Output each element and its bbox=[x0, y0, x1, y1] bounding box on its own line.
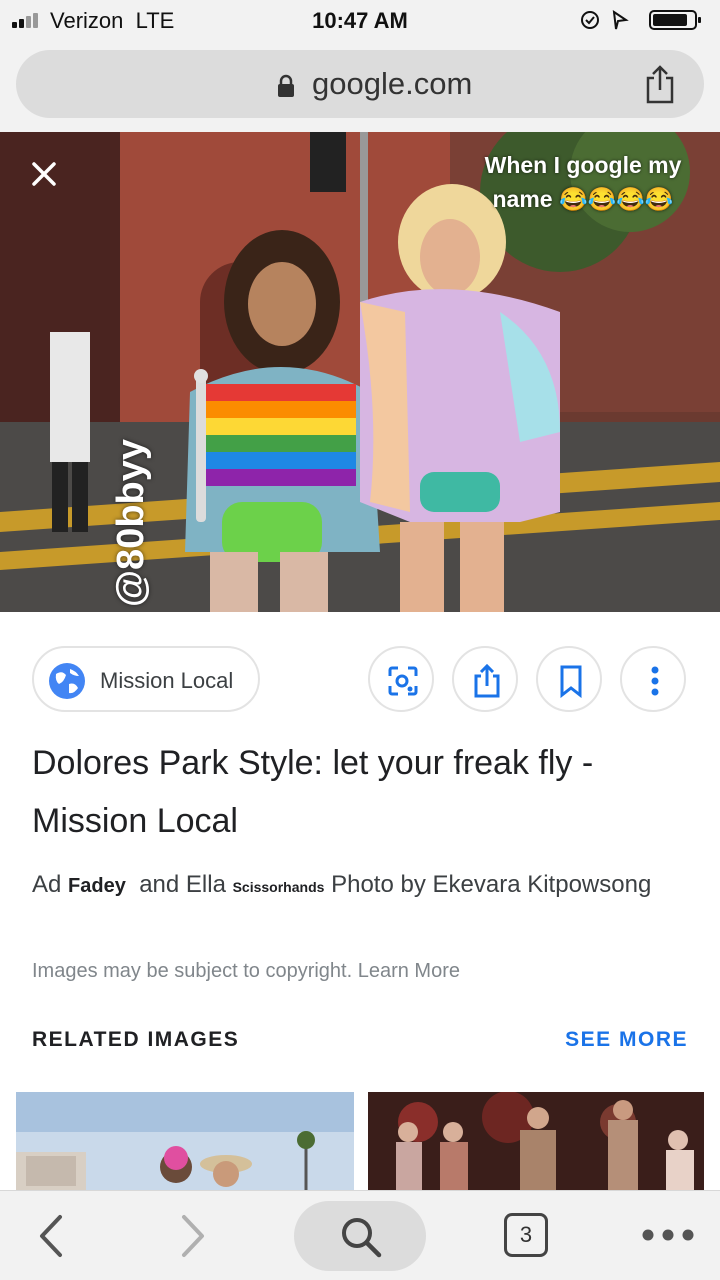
result-image[interactable]: When I google my name 😂😂😂😂 @80bbyy bbox=[0, 132, 720, 612]
lock-icon bbox=[278, 74, 294, 97]
address-bar[interactable]: google.com bbox=[16, 50, 704, 118]
share-icon bbox=[474, 664, 500, 698]
related-image-thumbnail[interactable] bbox=[368, 1092, 704, 1192]
see-more-link[interactable]: SEE MORE bbox=[565, 1028, 688, 1052]
source-label: Mission Local bbox=[100, 668, 234, 693]
lens-icon bbox=[388, 666, 418, 696]
search-button[interactable] bbox=[294, 1201, 426, 1271]
thumb-scene-2 bbox=[368, 1092, 704, 1192]
story-caption: When I google my name 😂😂😂😂 bbox=[484, 152, 682, 212]
caption-mid: and Ella bbox=[139, 871, 226, 898]
globe-icon bbox=[49, 663, 85, 699]
image-caption: Ad Fadey and Ella Scissorhands Photo by … bbox=[32, 866, 672, 906]
story-handle: @80bbyy bbox=[110, 438, 152, 607]
caption-name-2: Scissorhands bbox=[232, 879, 325, 895]
more-vert-icon bbox=[651, 666, 659, 696]
tab-switcher-button[interactable]: 3 bbox=[504, 1213, 548, 1257]
search-icon bbox=[342, 1218, 382, 1258]
bookmark-button[interactable] bbox=[536, 646, 602, 712]
battery-icon bbox=[581, 9, 701, 30]
caption-suffix: Photo by Ekevara Kitpowsong bbox=[331, 871, 652, 898]
status-bar: Verizon LTE 10:47 AM bbox=[0, 0, 720, 40]
browser-toolbar: 3 bbox=[0, 1190, 720, 1280]
back-icon[interactable] bbox=[34, 1213, 68, 1259]
url-text: google.com bbox=[312, 66, 473, 101]
caption-prefix: Ad bbox=[32, 871, 62, 898]
browser-url-area: google.com bbox=[0, 40, 720, 132]
thumb-scene-1 bbox=[16, 1092, 354, 1192]
forward-icon[interactable] bbox=[176, 1213, 210, 1259]
close-icon[interactable] bbox=[22, 152, 66, 196]
share-icon[interactable] bbox=[642, 64, 678, 104]
more-horiz-icon[interactable] bbox=[640, 1227, 696, 1243]
related-image-thumbnail[interactable] bbox=[16, 1092, 354, 1192]
result-title[interactable]: Dolores Park Style: let your freak fly -… bbox=[32, 734, 652, 850]
share-result-button[interactable] bbox=[452, 646, 518, 712]
related-images-heading: RELATED IMAGES bbox=[32, 1028, 240, 1051]
caption-name-1: Fadey bbox=[68, 875, 126, 897]
copyright-notice[interactable]: Images may be subject to copyright. Lear… bbox=[32, 960, 460, 983]
bookmark-icon bbox=[560, 665, 582, 698]
lens-button[interactable] bbox=[368, 646, 434, 712]
source-chip[interactable]: Mission Local bbox=[32, 646, 260, 712]
more-options-button[interactable] bbox=[620, 646, 686, 712]
